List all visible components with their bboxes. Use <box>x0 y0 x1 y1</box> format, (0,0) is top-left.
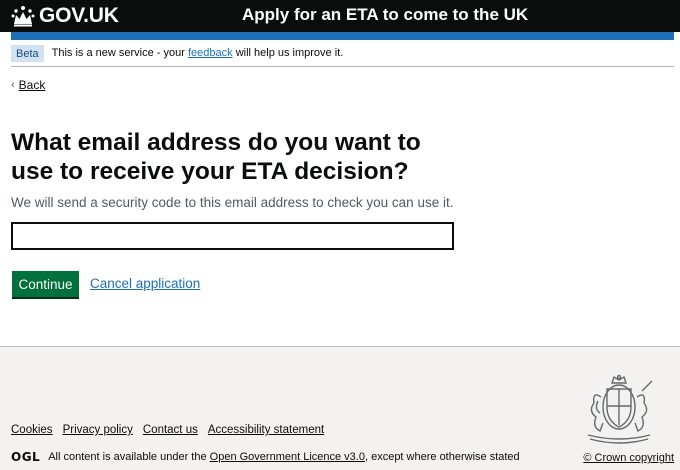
service-name-link[interactable]: Apply for an ETA to come to the UK <box>242 5 528 25</box>
continue-button[interactable]: Continue <box>12 271 79 297</box>
footer-link-cookies[interactable]: Cookies <box>11 424 53 436</box>
site-footer: Cookies Privacy policy Contact us Access… <box>0 346 680 470</box>
footer-link-privacy[interactable]: Privacy policy <box>63 424 133 436</box>
licence-text-after: , except where otherwise stated <box>364 451 520 463</box>
crown-copyright-link[interactable]: © Crown copyright <box>583 452 674 464</box>
site-header: GOV.UK Apply for an ETA to come to the U… <box>0 0 680 32</box>
footer-link-contact[interactable]: Contact us <box>143 424 198 436</box>
footer-link-accessibility[interactable]: Accessibility statement <box>208 424 324 436</box>
phase-text-after: will help us improve it. <box>235 47 344 59</box>
royal-coat-of-arms-icon <box>587 374 653 444</box>
email-hint: We will send a security code to this ema… <box>11 195 454 210</box>
phase-text-before: This is a new service - your <box>51 47 185 59</box>
govuk-logo-link[interactable]: GOV.UK <box>11 4 119 28</box>
chevron-left-icon: ‹ <box>11 79 15 91</box>
phase-banner: Beta This is a new service - your feedba… <box>11 40 674 67</box>
header-blue-bar <box>11 32 674 40</box>
email-input[interactable] <box>11 222 454 250</box>
footer-links: Cookies Privacy policy Contact us Access… <box>11 424 324 436</box>
logo-text: GOV.UK <box>39 4 119 27</box>
licence-row: OGL All content is available under the O… <box>11 450 520 464</box>
phase-tag: Beta <box>11 44 44 62</box>
back-link[interactable]: ‹ Back <box>11 78 45 92</box>
cancel-application-link[interactable]: Cancel application <box>90 276 200 291</box>
licence-link[interactable]: Open Government Licence v3.0 <box>210 451 365 463</box>
back-link-label: Back <box>18 78 46 92</box>
page-title: What email address do you want to use to… <box>11 129 421 185</box>
licence-text-before: All content is available under the <box>48 451 207 463</box>
ogl-logo: OGL <box>11 450 41 464</box>
feedback-link[interactable]: feedback <box>188 47 233 59</box>
phase-text: This is a new service - your feedback wi… <box>52 47 344 59</box>
crown-icon <box>11 6 35 27</box>
